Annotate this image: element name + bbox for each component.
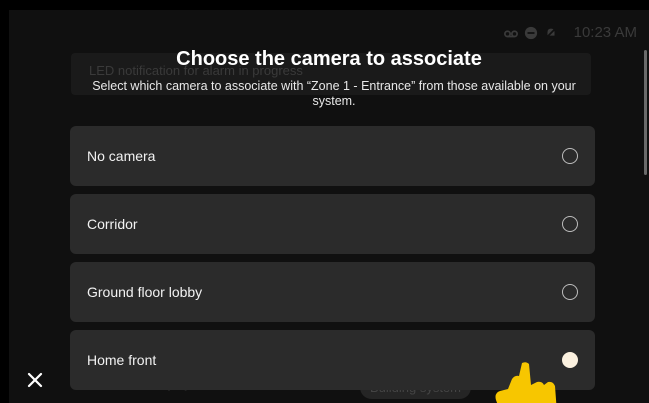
dialog-subtitle: Select which camera to associate with “Z… [92,79,576,108]
camera-option[interactable]: Ground floor lobby [70,262,595,322]
status-time: 10:23 AM [573,24,637,41]
dnd-icon [524,26,537,39]
camera-option-label: No camera [87,148,156,164]
dialog-title: Choose the camera to associate [176,48,482,70]
camera-option[interactable]: Corridor [70,194,595,254]
camera-option-label: Ground floor lobby [87,284,203,300]
radio-button-selected[interactable] [562,352,578,368]
camera-option[interactable]: No camera [70,126,595,186]
radio-button[interactable] [562,284,578,300]
pointer-hand-icon [495,362,557,403]
voicemail-icon [503,29,518,37]
camera-option-label: Home front [87,352,157,368]
radio-button[interactable] [562,148,578,164]
camera-option-label: Corridor [87,216,138,232]
radio-button[interactable] [562,216,578,232]
bell-off-icon [544,26,557,39]
close-icon[interactable] [24,369,46,391]
dialog-screen: 10:23 AM LED notification for alarm in p… [9,10,649,403]
status-bar: 10:23 AM [503,24,637,41]
camera-option-list: No camera Corridor Ground floor lobby Ho… [70,126,595,398]
